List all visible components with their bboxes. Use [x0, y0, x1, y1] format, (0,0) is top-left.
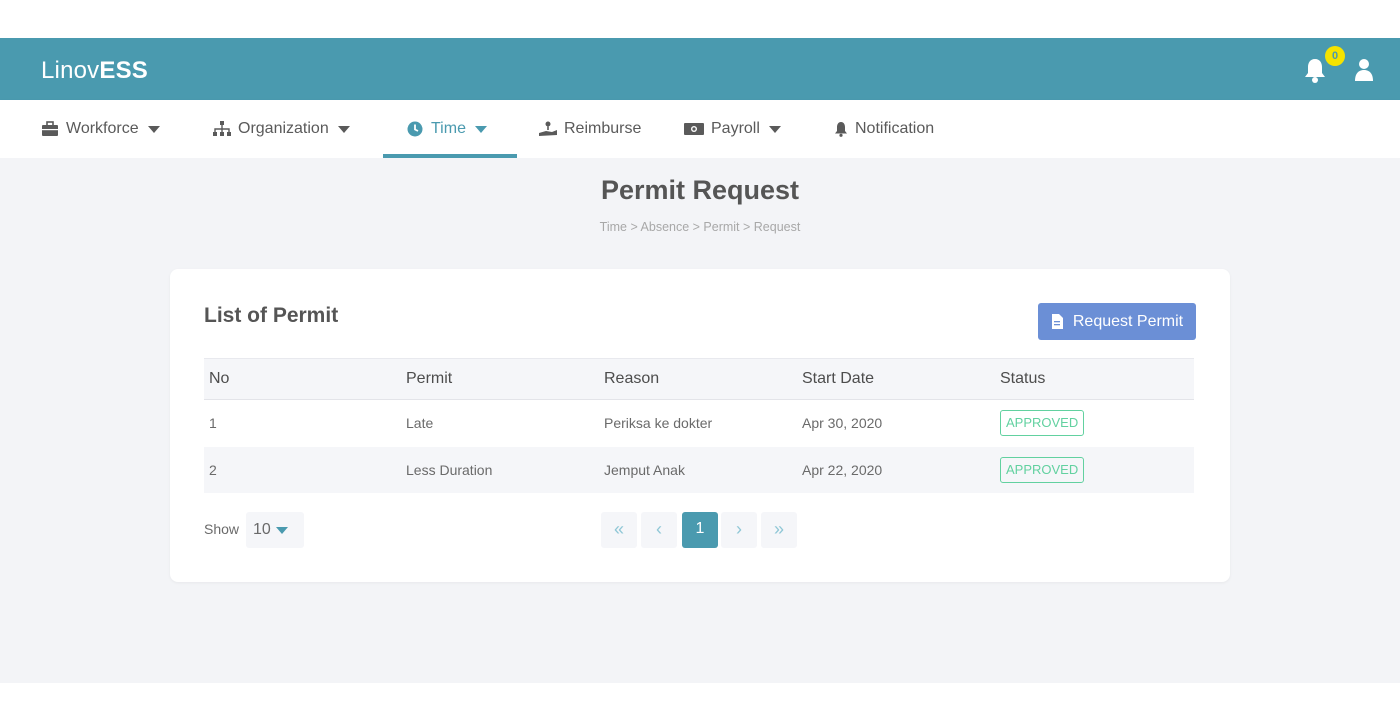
- chevron-down-icon: [474, 125, 487, 133]
- chevron-down-icon: [275, 526, 288, 534]
- request-permit-button[interactable]: Request Permit: [1038, 303, 1196, 340]
- top-bar: [0, 38, 1400, 100]
- page-1-button[interactable]: 1: [682, 512, 718, 548]
- column-header-permit[interactable]: Permit: [406, 359, 452, 399]
- money-icon: [684, 123, 704, 135]
- breadcrumb: Time > Absence > Permit > Request: [599, 220, 801, 234]
- first-page-button[interactable]: «: [601, 512, 637, 548]
- nav-item-reimburse[interactable]: Reimburse: [539, 100, 641, 158]
- hand-coin-icon: [539, 121, 557, 136]
- last-page-button[interactable]: »: [761, 512, 797, 548]
- chevron-down-icon: [147, 125, 160, 133]
- nav-item-workforce[interactable]: Workforce: [41, 100, 160, 158]
- status-badge: APPROVED: [1000, 410, 1085, 436]
- document-icon: [1051, 314, 1063, 329]
- nav-item-organization[interactable]: Organization: [213, 100, 350, 158]
- page-title: Permit Request: [600, 175, 800, 205]
- column-header-reason[interactable]: Reason: [604, 359, 659, 399]
- notification-count-badge: 0: [1325, 46, 1345, 66]
- page-size-select[interactable]: 10: [246, 512, 304, 548]
- prev-page-button[interactable]: ‹: [641, 512, 677, 548]
- table-row[interactable]: 1 Late Periksa ke dokter Apr 30, 2020 AP…: [204, 400, 1194, 446]
- show-label: Show: [204, 521, 240, 537]
- column-header-no[interactable]: No: [209, 359, 229, 399]
- column-header-start-date[interactable]: Start Date: [802, 359, 874, 399]
- column-header-status[interactable]: Status: [1000, 359, 1045, 399]
- chevron-down-icon: [337, 125, 350, 133]
- cell-no: 1: [209, 415, 217, 431]
- user-icon[interactable]: [1354, 58, 1374, 82]
- table-row[interactable]: 2 Less Duration Jemput Anak Apr 22, 2020…: [204, 447, 1194, 493]
- cell-reason: Periksa ke dokter: [604, 415, 713, 431]
- status-badge: APPROVED: [1000, 457, 1085, 483]
- bell-icon: [835, 122, 847, 137]
- card-title: List of Permit: [204, 304, 339, 327]
- cell-no: 2: [209, 462, 217, 478]
- brand-logo[interactable]: LinovESS: [41, 57, 148, 85]
- chevron-down-icon: [768, 125, 781, 133]
- notification-bell-icon[interactable]: [1303, 57, 1327, 83]
- cell-start-date: Apr 22, 2020: [802, 462, 883, 478]
- cell-start-date: Apr 30, 2020: [802, 415, 883, 431]
- sitemap-icon: [213, 121, 231, 136]
- app-frame: LinovESS 0 Workforce Organization Time R…: [0, 0, 1400, 720]
- nav-item-notification[interactable]: Notification: [834, 100, 934, 158]
- cell-permit: Less Duration: [406, 462, 493, 478]
- cell-reason: Jemput Anak: [604, 462, 685, 478]
- cell-permit: Late: [406, 415, 434, 431]
- next-page-button[interactable]: ›: [721, 512, 757, 548]
- nav-item-time[interactable]: Time: [406, 100, 487, 158]
- table-header: No Permit Reason Start Date Status: [204, 358, 1194, 400]
- briefcase-icon: [42, 121, 58, 136]
- nav-item-payroll[interactable]: Payroll: [684, 100, 781, 158]
- clock-icon: [407, 121, 423, 137]
